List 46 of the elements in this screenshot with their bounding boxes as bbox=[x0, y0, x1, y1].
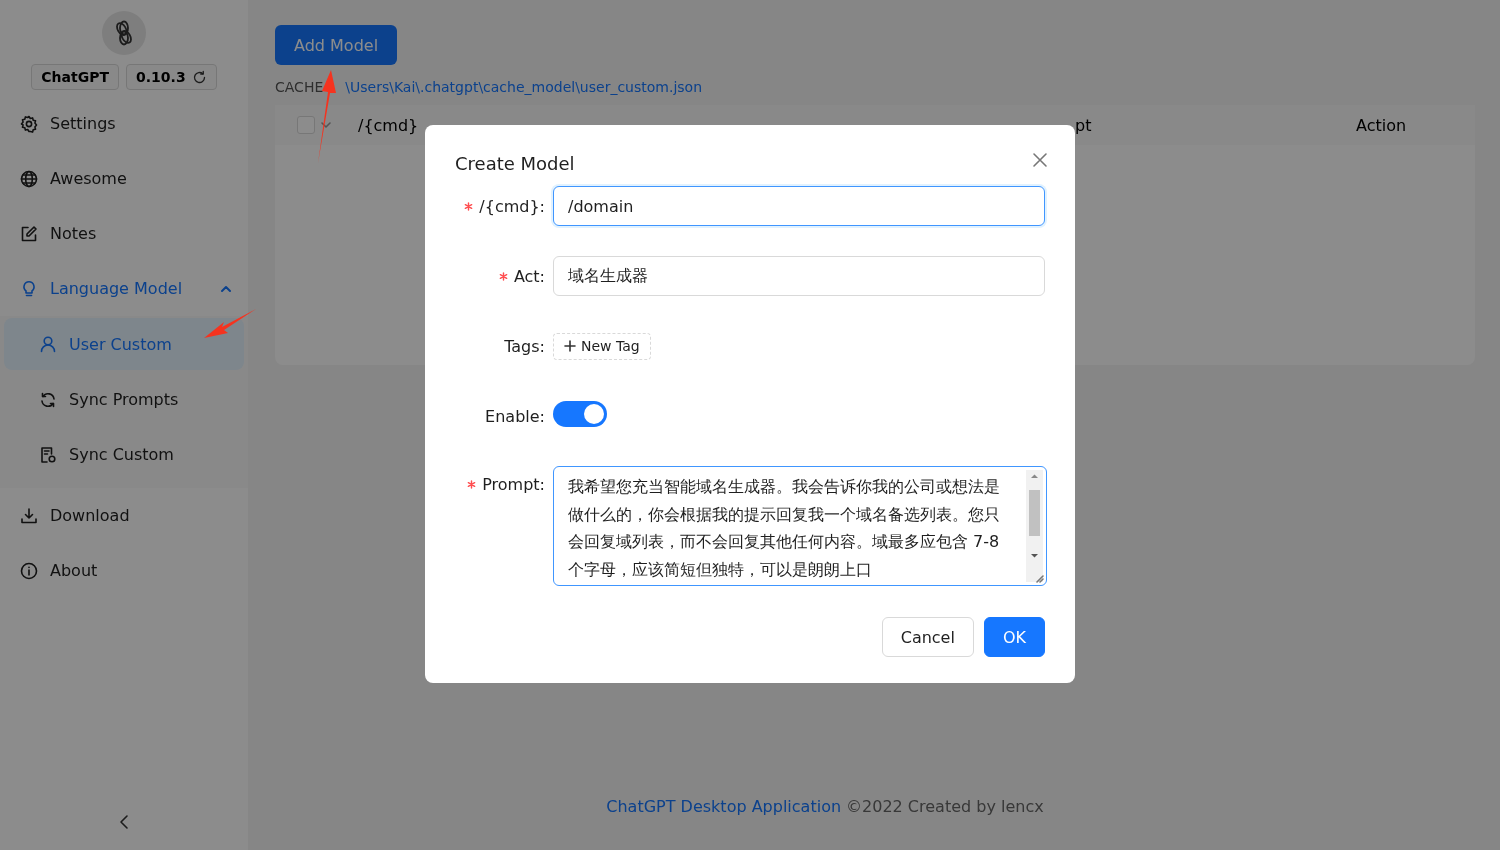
add-model-button[interactable]: Add Model bbox=[275, 25, 398, 65]
menu-item[interactable]: Settings bbox=[0, 96, 248, 151]
column-header: pt bbox=[1075, 115, 1093, 135]
ok-button[interactable]: OK bbox=[983, 617, 1045, 657]
sync-icon bbox=[39, 390, 57, 409]
menu-item[interactable]: Notes bbox=[0, 206, 248, 261]
plus-icon bbox=[564, 340, 576, 352]
field-label: Enable: bbox=[485, 406, 545, 426]
logo-icon bbox=[102, 11, 146, 55]
resize-handle-icon bbox=[1035, 574, 1044, 583]
cancel-button[interactable]: Cancel bbox=[881, 617, 974, 657]
prompt-field[interactable]: 我希望您充当智能域名生成器。我会告诉你我的公司或想法是做什么的，你会根据我的提示回复我一个域名备选列表。您只会回复域列表，而不会回复其他任何内容。域最多应包含 7-8 个字母，应该简短但独特，可以是朗朗上口 bbox=[553, 466, 1047, 586]
field-label: /{cmd}: bbox=[479, 196, 545, 216]
edit-icon bbox=[20, 224, 38, 243]
dialog-title: Create Model bbox=[455, 153, 575, 174]
refresh-icon bbox=[191, 69, 207, 85]
info-icon bbox=[20, 561, 38, 580]
menu-item[interactable]: Awesome bbox=[0, 151, 248, 206]
gear-icon bbox=[20, 114, 38, 133]
user-icon bbox=[39, 335, 57, 353]
annotation-arrow bbox=[204, 309, 256, 338]
footer-text: ©2022 Created by lencx bbox=[846, 797, 1044, 816]
enable-switch[interactable] bbox=[553, 401, 607, 427]
new-tag-button[interactable]: New Tag bbox=[553, 332, 651, 360]
text-field[interactable]: 域名生成器 bbox=[553, 256, 1045, 296]
column-header: Action bbox=[1356, 115, 1408, 135]
app-name-tag: ChatGPT bbox=[31, 64, 120, 90]
field-label: Act: bbox=[513, 266, 545, 286]
close-icon[interactable] bbox=[1032, 152, 1048, 168]
caret-icon bbox=[321, 121, 331, 129]
prompt-text: 我希望您充当智能域名生成器。我会告诉你我的公司或想法是做什么的，你会根据我的提示回复我一个域名备选列表。您只会回复域列表，而不会回复其他任何内容。域最多应包含 7-8 个字母，应该简短但独特，可以是朗朗上口 bbox=[568, 476, 1001, 581]
menu-item[interactable]: About bbox=[0, 543, 248, 598]
column-header: /{cmd} bbox=[358, 115, 420, 135]
download-icon bbox=[20, 506, 38, 525]
bulb-icon bbox=[20, 279, 38, 298]
text-field[interactable]: /domain bbox=[553, 186, 1045, 226]
submenu-item[interactable]: Sync Prompts bbox=[4, 372, 244, 427]
submenu-item[interactable]: Sync Custom bbox=[4, 427, 244, 482]
menu-item[interactable]: Download bbox=[0, 488, 248, 543]
collapse-icon[interactable] bbox=[117, 814, 131, 830]
globe-icon bbox=[20, 169, 38, 188]
field-label: Prompt: bbox=[482, 475, 545, 494]
cache-label: CACHE bbox=[275, 79, 324, 95]
field-label: Tags: bbox=[504, 336, 545, 356]
document-icon bbox=[39, 445, 57, 464]
version-text: 0.10.3 bbox=[136, 69, 186, 85]
